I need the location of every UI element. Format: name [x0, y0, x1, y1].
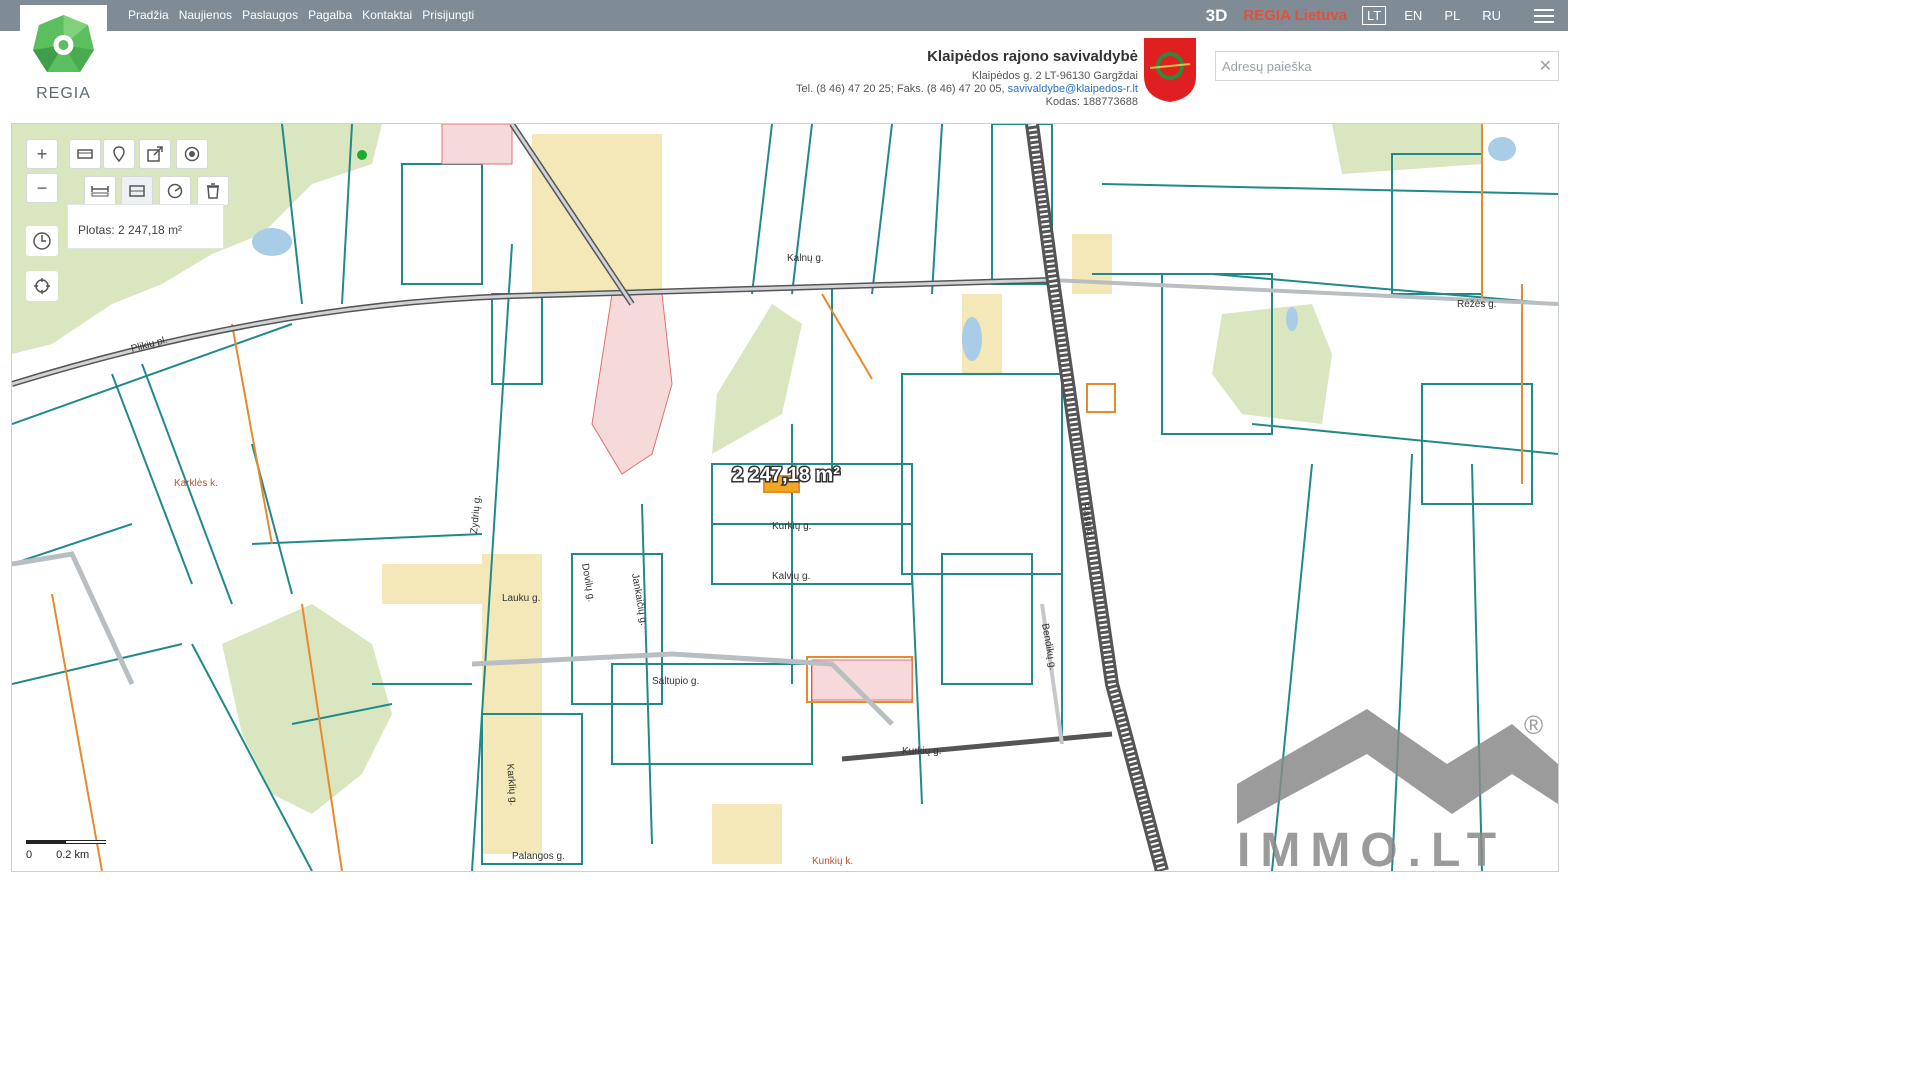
watermark-text: IMMO.LT	[1237, 824, 1506, 871]
coat-of-arms-icon	[1144, 38, 1196, 102]
street-label: Kalnų g.	[787, 253, 824, 264]
menu-icon[interactable]	[1534, 5, 1554, 27]
nav-contacts[interactable]: Kontaktai	[362, 8, 412, 22]
scale-label: 0.2 km	[56, 849, 90, 861]
address-search: ✕	[1215, 51, 1559, 81]
measure-label: 2 247,18 m²	[732, 464, 840, 486]
logo-text: REGIA	[36, 85, 91, 102]
street-label: Bendikų g.	[1039, 623, 1058, 671]
street-label: Saltupio g.	[652, 676, 699, 687]
map-canvas[interactable]: 2 247,18 m² Kalnų g. Lauku g. Bendikų g.…	[12, 124, 1558, 871]
street-label: Dovilų g.	[579, 563, 597, 603]
street-label: Plikių pl.	[130, 335, 169, 355]
municipality-email[interactable]: savivaldybe@klaipedos-r.lt	[1008, 83, 1138, 95]
street-label: Kurkių g.	[772, 521, 811, 532]
registered-mark: ®	[1524, 710, 1543, 740]
layers-icon[interactable]	[69, 139, 101, 169]
municipality-name: Klaipėdos rajono savivaldybė	[927, 48, 1138, 65]
top-right-controls: 3D REGIA Lietuva LT EN PL RU	[1206, 0, 1568, 31]
measure-area-icon[interactable]	[121, 176, 153, 206]
lang-en[interactable]: EN	[1400, 7, 1426, 24]
zoom-out-button[interactable]: −	[26, 173, 58, 203]
trash-icon[interactable]	[197, 176, 229, 206]
municipality-contacts: Tel. (8 46) 47 20 25; Faks. (8 46) 47 20…	[796, 83, 1138, 96]
nav-news[interactable]: Naujienos	[179, 8, 232, 22]
address-search-input[interactable]	[1216, 52, 1528, 80]
regia-lietuva-link[interactable]: REGIA Lietuva	[1243, 7, 1347, 24]
street-label: Kalvių g.	[772, 571, 810, 582]
municipality-phone: Tel. (8 46) 47 20 25; Faks. (8 46) 47 20…	[796, 83, 1005, 95]
street-label: Lauku g.	[502, 593, 540, 604]
history-icon[interactable]	[26, 226, 58, 256]
measure-radius-icon[interactable]	[159, 176, 191, 206]
water-bodies	[252, 137, 1516, 361]
scale-zero: 0	[26, 849, 33, 861]
street-label: Kurkių g.	[902, 746, 941, 757]
3d-button[interactable]: 3D	[1206, 6, 1228, 26]
municipality-address: Klaipėdos g. 2 LT-96130 Gargždai	[971, 70, 1138, 82]
lang-ru[interactable]: RU	[1478, 7, 1505, 24]
locate-icon[interactable]	[26, 271, 58, 301]
lang-lt[interactable]: LT	[1362, 6, 1387, 25]
area-result-text: Plotas: 2 247,18 m²	[78, 223, 183, 237]
main-nav: Pradžia Naujienos Paslaugos Pagalba Kont…	[128, 8, 474, 22]
built-areas	[382, 134, 1112, 864]
municipality-info: Klaipėdos rajono savivaldybė Klaipėdos g…	[796, 48, 1138, 109]
scale-bar: 0 0.2 km	[26, 839, 106, 861]
area-result-panel: Plotas: 2 247,18 m²	[67, 204, 224, 249]
village-label: Kunkių k.	[812, 856, 853, 867]
share-icon[interactable]	[139, 139, 171, 169]
top-bar: Pradžia Naujienos Paslaugos Pagalba Kont…	[0, 0, 1568, 31]
marker-icon[interactable]	[103, 139, 135, 169]
measure-distance-icon[interactable]	[84, 176, 116, 206]
municipality-code: Kodas: 188773688	[1045, 96, 1138, 108]
nav-help[interactable]: Pagalba	[308, 8, 352, 22]
lang-pl[interactable]: PL	[1440, 7, 1464, 24]
map-view[interactable]: 2 247,18 m² Kalnų g. Lauku g. Bendikų g.…	[11, 123, 1559, 872]
street-label: Zydrių g.	[469, 495, 483, 535]
target-icon[interactable]	[176, 139, 208, 169]
clear-icon[interactable]: ✕	[1539, 56, 1552, 76]
village-label: Karklės k.	[174, 478, 218, 489]
regia-logo-icon	[33, 15, 94, 72]
street-label: Jankaičių g.	[629, 573, 649, 627]
street-label: Rėžės g.	[1457, 299, 1496, 310]
location-dot	[357, 150, 367, 160]
nav-services[interactable]: Paslaugos	[242, 8, 298, 22]
nav-login[interactable]: Prisijungti	[422, 8, 474, 22]
zoom-in-button[interactable]: +	[26, 139, 58, 169]
street-label: Palangos g.	[512, 851, 565, 862]
nav-home[interactable]: Pradžia	[128, 8, 169, 22]
regia-logo[interactable]: REGIA	[20, 5, 107, 118]
